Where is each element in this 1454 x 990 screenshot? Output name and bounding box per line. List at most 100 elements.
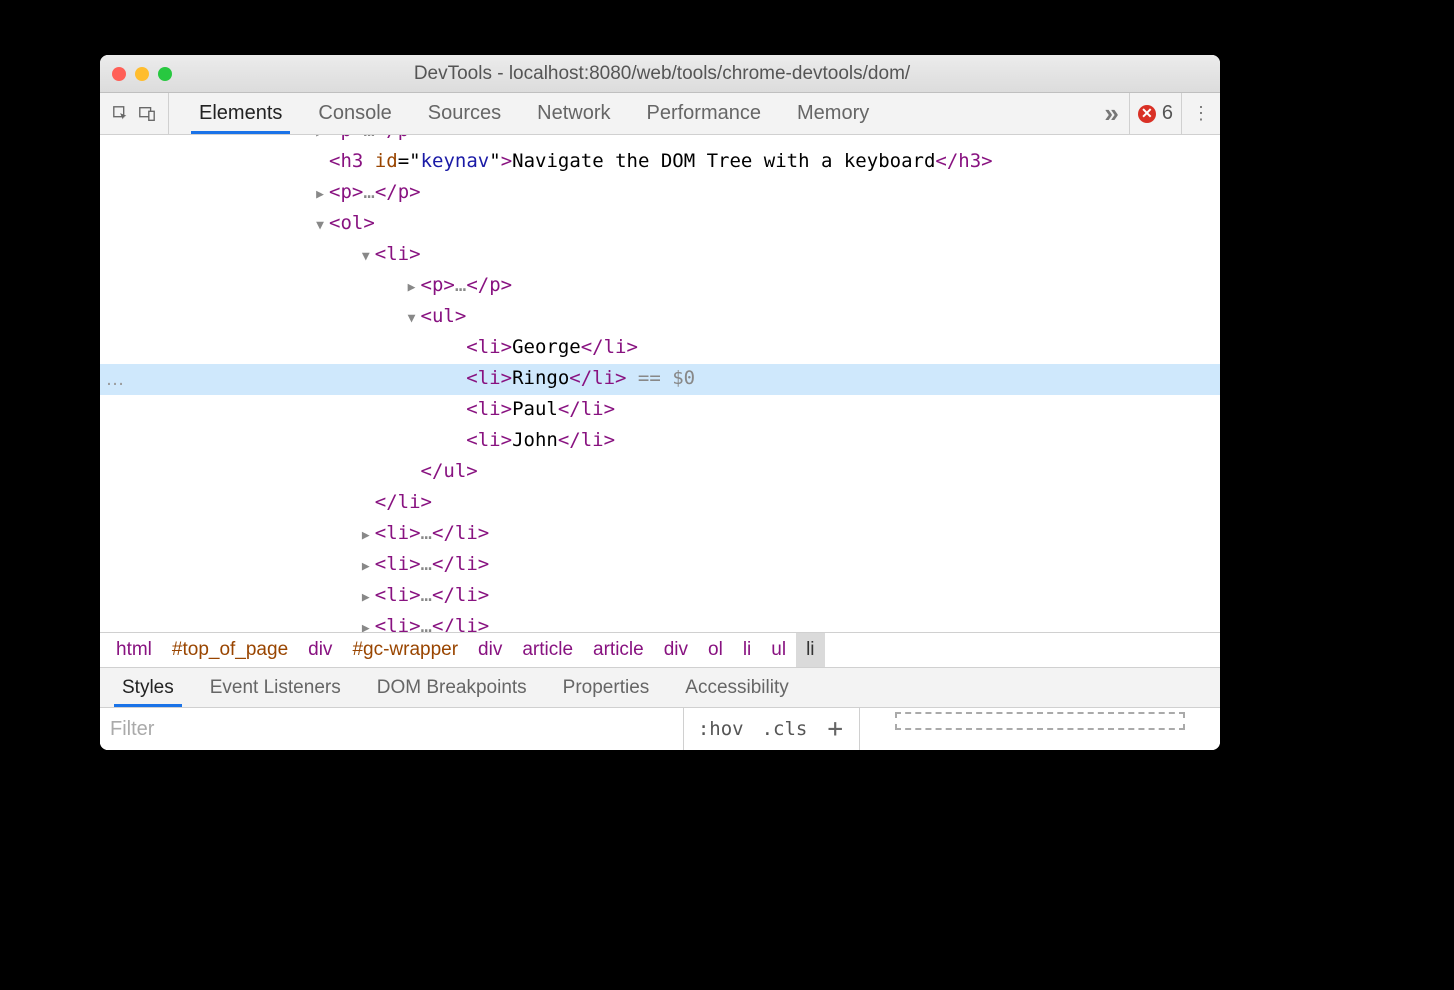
dom-node-line[interactable]: </ul>	[100, 457, 1220, 488]
arrow-spacer	[405, 459, 419, 488]
breadcrumb-li[interactable]: li	[796, 633, 824, 667]
dom-tree[interactable]: ▶<p>…</p> <h3 id="keynav">Navigate the D…	[100, 135, 1220, 632]
token-tag: </li>	[432, 615, 489, 632]
token-tag: <h3	[329, 150, 375, 172]
kebab-menu-icon[interactable]: ⋮	[1181, 93, 1220, 134]
breadcrumb-div[interactable]: div	[468, 633, 512, 667]
expand-icon[interactable]: ▶	[405, 273, 419, 302]
dom-node-line[interactable]: ▶<p>…</p>	[100, 178, 1220, 209]
dom-node-line[interactable]: ▼<ul>	[100, 302, 1220, 333]
subtab-properties[interactable]: Properties	[545, 668, 668, 707]
inspect-icon[interactable]	[112, 105, 130, 123]
device-toggle-icon[interactable]	[138, 105, 156, 123]
tab-elements[interactable]: Elements	[181, 93, 300, 134]
overflow-button[interactable]: »	[1094, 98, 1128, 129]
breadcrumb-div[interactable]: div	[654, 633, 698, 667]
token-tag: <li>	[466, 336, 512, 358]
token-tag: <li>	[466, 429, 512, 451]
breadcrumb-trail: html#top_of_pagediv#gc-wrapperdivarticle…	[100, 632, 1220, 668]
token-text: Ringo	[512, 367, 569, 389]
computed-box-preview	[860, 708, 1220, 750]
tab-performance[interactable]: Performance	[629, 93, 780, 134]
token-meta: …	[421, 584, 432, 606]
styles-filter-input[interactable]	[100, 708, 683, 750]
tab-memory[interactable]: Memory	[779, 93, 887, 134]
token-meta: …	[455, 274, 466, 296]
breadcrumb-html[interactable]: html	[106, 633, 162, 667]
dom-node-line[interactable]: </li>	[100, 488, 1220, 519]
token-tag: </li>	[558, 398, 615, 420]
breadcrumb-div[interactable]: div	[298, 633, 342, 667]
gutter: …	[100, 365, 130, 394]
dom-node-line[interactable]: ▶<li>…</li>	[100, 581, 1220, 612]
error-icon: ✕	[1138, 105, 1156, 123]
expand-icon[interactable]: ▶	[313, 180, 327, 209]
breadcrumb-gc-wrapper[interactable]: #gc-wrapper	[342, 633, 468, 667]
error-indicator[interactable]: ✕ 6	[1129, 93, 1181, 134]
token-tag: </p>	[375, 135, 421, 141]
subtab-dom-breakpoints[interactable]: DOM Breakpoints	[359, 668, 545, 707]
cls-toggle[interactable]: .cls	[758, 716, 812, 742]
dom-line-content: ▼<li>	[130, 240, 421, 271]
expand-icon[interactable]: ▶	[359, 552, 373, 581]
token-tag: <p>	[421, 274, 455, 296]
dom-node-line[interactable]: ▶<li>…</li>	[100, 519, 1220, 550]
filter-wrap	[100, 708, 684, 750]
expand-icon[interactable]: ▶	[313, 135, 327, 147]
collapse-icon[interactable]: ▼	[313, 211, 327, 240]
arrow-spacer	[450, 428, 464, 457]
dom-line-content: ▼<ul>	[130, 302, 466, 333]
subtab-accessibility[interactable]: Accessibility	[667, 668, 806, 707]
token-tag: </li>	[581, 336, 638, 358]
tab-network[interactable]: Network	[519, 93, 628, 134]
tab-sources[interactable]: Sources	[410, 93, 519, 134]
dom-node-line[interactable]: <li>George</li>	[100, 333, 1220, 364]
dom-node-line[interactable]: ▶<p>…</p>	[100, 135, 1220, 147]
dom-node-line[interactable]: ▼<ol>	[100, 209, 1220, 240]
box-model-outline	[895, 712, 1185, 730]
subtab-event-listeners[interactable]: Event Listeners	[192, 668, 359, 707]
dom-line-content: ▶<p>…</p>	[130, 178, 421, 209]
token-tag: <li>	[466, 398, 512, 420]
breadcrumb-article[interactable]: article	[512, 633, 583, 667]
token-meta: …	[421, 553, 432, 575]
dom-node-line[interactable]: <li>Paul</li>	[100, 395, 1220, 426]
dom-node-line[interactable]: ▼<li>	[100, 240, 1220, 271]
token-tag: </li>	[432, 553, 489, 575]
token-tag: </li>	[375, 491, 432, 513]
new-style-rule-button[interactable]: +	[821, 714, 849, 744]
dom-line-content: </li>	[130, 488, 432, 519]
dom-node-line[interactable]: ▶<li>…</li>	[100, 550, 1220, 581]
token-tag: </li>	[432, 522, 489, 544]
token-tag: </h3>	[935, 150, 992, 172]
dom-node-line[interactable]: <h3 id="keynav">Navigate the DOM Tree wi…	[100, 147, 1220, 178]
dom-line-content: ▶<p>…</p>	[130, 135, 421, 147]
breadcrumb-top_of_page[interactable]: #top_of_page	[162, 633, 298, 667]
collapse-icon[interactable]: ▼	[359, 242, 373, 271]
token-tag: </li>	[569, 367, 626, 389]
collapse-icon[interactable]: ▼	[405, 304, 419, 333]
breadcrumb-ul[interactable]: ul	[761, 633, 796, 667]
dom-node-line[interactable]: ▶<p>…</p>	[100, 271, 1220, 302]
dom-node-line[interactable]: ▶<li>…</li>	[100, 612, 1220, 632]
token-tag: </p>	[466, 274, 512, 296]
dom-line-content: <li>George</li>	[130, 333, 638, 364]
breadcrumb-ol[interactable]: ol	[698, 633, 733, 667]
subtab-styles[interactable]: Styles	[104, 668, 192, 707]
main-toolbar: ElementsConsoleSourcesNetworkPerformance…	[100, 93, 1220, 135]
token-tag: <li>	[375, 615, 421, 632]
dom-line-content: <li>Paul</li>	[130, 395, 615, 426]
dom-line-content: ▶<li>…</li>	[130, 612, 489, 632]
expand-icon[interactable]: ▶	[359, 583, 373, 612]
expand-icon[interactable]: ▶	[359, 521, 373, 550]
expand-icon[interactable]: ▶	[359, 614, 373, 632]
token-meta: …	[421, 615, 432, 632]
breadcrumb-article[interactable]: article	[583, 633, 654, 667]
dom-node-line[interactable]: <li>John</li>	[100, 426, 1220, 457]
dom-node-line[interactable]: … <li>Ringo</li> == $0	[100, 364, 1220, 395]
hov-toggle[interactable]: :hov	[694, 716, 748, 742]
tab-console[interactable]: Console	[300, 93, 409, 134]
styles-toolbar: :hov .cls +	[100, 708, 1220, 750]
toolbar-tools	[100, 93, 169, 134]
breadcrumb-li[interactable]: li	[733, 633, 761, 667]
